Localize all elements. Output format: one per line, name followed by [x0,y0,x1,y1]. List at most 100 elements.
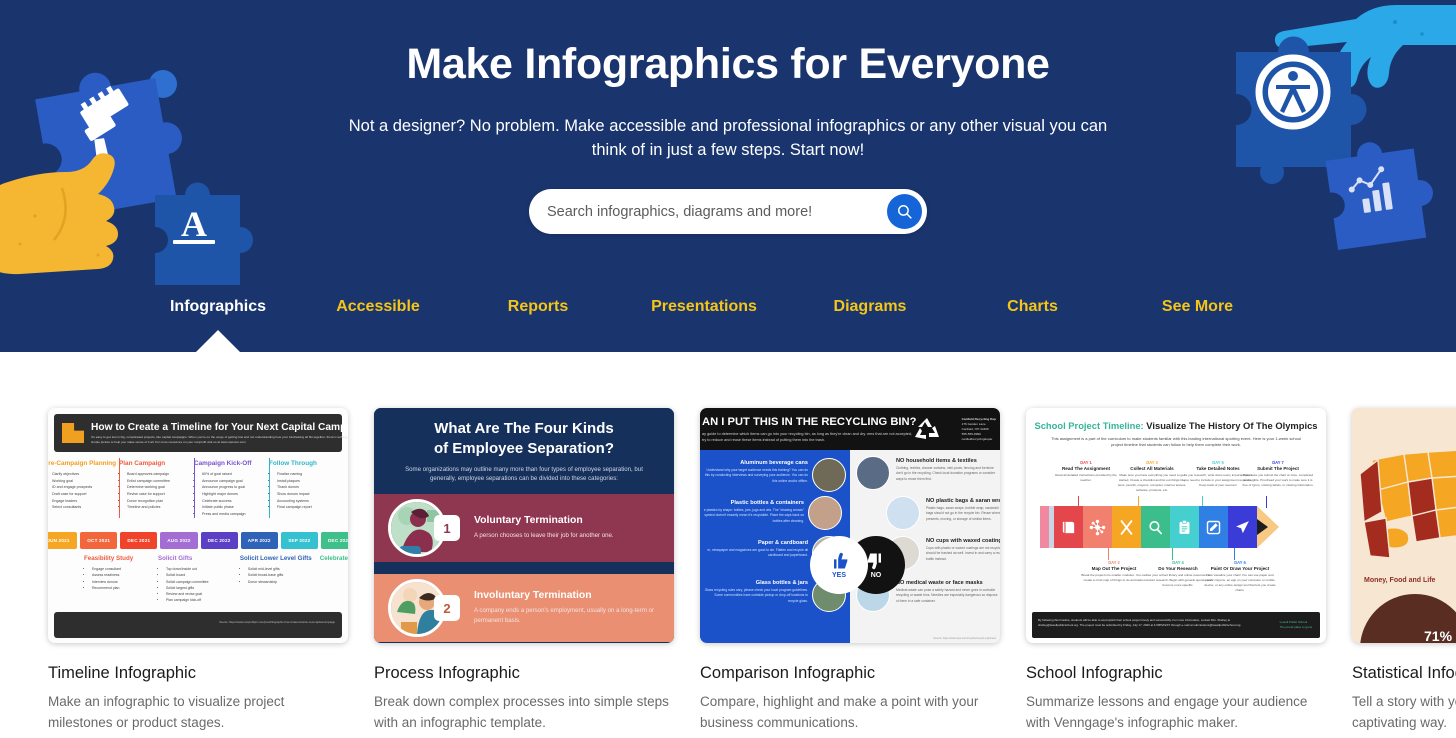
network-icon [1089,519,1106,535]
t1-col-list: Board approves campaign Enlist campaign … [127,471,190,511]
t2-step-number: 2 [434,595,460,621]
t4-stem [1234,548,1235,560]
card-title[interactable]: Statistical Infographic [1352,664,1456,683]
t1-lower-list: Top down/inside out Solicit board Solici… [166,566,234,604]
thumbnail-process-infographic[interactable]: What Are The Four Kinds of Employee Sepa… [374,408,674,643]
t4-day-title: Read The Assignment [1061,466,1111,471]
card-description: Compare, highlight and make a point with… [700,694,979,730]
t2-title-line1: What Are The Four Kinds [434,420,614,437]
t2-item-row: 1 Voluntary Termination A person chooses… [374,494,674,562]
template-card-process[interactable]: What Are The Four Kinds of Employee Sepa… [374,408,674,734]
t4-day-7: DAY 7 Submit The Project Make sure you s… [1242,460,1314,488]
card-title[interactable]: Comparison Infographic [700,664,1000,683]
send-icon [1236,520,1249,533]
t1-lower-column: Solicit Lower Level Gifts Solicit mid-le… [234,555,314,604]
template-card-row: How to Create a Timeline for Your Next C… [48,408,1456,734]
t3-item-desc: Medical waste can pose a safety hazard a… [896,588,998,603]
thumbnail-timeline-infographic[interactable]: How to Create a Timeline for Your Next C… [48,408,348,643]
t1-col-item: Announce campaign goal [202,478,265,485]
search-bar[interactable] [529,189,927,235]
t1-title: How to Create a Timeline for Your Next C… [91,421,348,433]
t1-col-list: Clarify objectives Working goal ID and e… [52,471,115,511]
template-card-school[interactable]: School Project Timeline: Visualize The H… [1026,408,1326,734]
t4-footer-text: By following this timeline, students wil… [1038,618,1242,627]
template-card-statistical[interactable]: Money, Food and Life 71% $ $ $ $ $ $ Sta… [1352,408,1456,734]
t2-title-line2: of Employee Separation? [433,439,615,457]
t3-photo [886,496,920,530]
t3-no-label: NO [870,572,882,579]
t4-day-number: DAY 6 [1234,560,1246,565]
t3-no-item: NO household items & textiles Clothing, … [896,458,1000,482]
t1-col-item: Thank donors [277,484,340,491]
t1-column: Plan Campaign Board approves campaign En… [119,460,194,517]
card-title[interactable]: School Infographic [1026,664,1326,683]
template-carousel-section: How to Create a Timeline for Your Next C… [0,352,1456,738]
hero-subtitle: Not a designer? No problem. Make accessi… [348,117,1108,160]
t1-footer: Source: https://www.nonprofitpro.com/pos… [54,612,342,638]
card-description: Tell a story with your data in a clear a… [1352,694,1456,730]
t4-day-title: Submit The Project [1257,466,1299,471]
t1-column: Campaign Kick-Off 60% of goal raised Ann… [194,460,269,517]
t1-col-heading: Campaign Kick-Off [194,460,252,467]
t4-day-desc: Make sure you have everything you need t… [1117,473,1187,492]
thumbs-up-icon [834,552,848,569]
t1-lower-item: Recommend plan [92,585,152,591]
search-button[interactable] [887,194,922,230]
card-title[interactable]: Timeline Infographic [48,664,348,683]
t1-lower-item: Plan campaign kick-off [166,597,234,603]
t1-chip: DEC 2022 [200,532,238,549]
magnifier-icon [1149,520,1163,534]
t4-day-1: DAY 1 Read The Assignment Read all detai… [1050,460,1122,483]
t3-contact: Canfield Recycling Dep 176 Garden Lane C… [962,417,996,442]
t1-connector [269,458,270,518]
t3-photo [812,458,846,492]
t1-chip: APR 2022 [240,532,278,549]
t1-lower-heading: Feasibility Study [84,555,134,562]
t4-pencil-tip [1257,506,1279,548]
t1-col-heading: Plan Campaign [119,460,166,467]
t1-col-item: Clarify objectives [52,471,115,478]
t4-eraser [1040,506,1049,548]
t1-col-item: Select consultants [52,504,115,511]
pen-square-icon [1206,520,1221,534]
t3-item-desc: Glass recycling rules vary, please check… [704,588,808,603]
thumbnail-comparison-infographic[interactable]: AN I PUT THIS IN THE RECYCLING BIN? ay g… [700,408,1000,643]
template-card-timeline[interactable]: How to Create a Timeline for Your Next C… [48,408,348,734]
thumbnail-statistical-infographic[interactable]: Money, Food and Life 71% $ $ $ $ $ $ [1352,408,1456,643]
t3-item-desc: Clothing, textiles, shower curtains, min… [896,466,996,481]
template-card-comparison[interactable]: AN I PUT THIS IN THE RECYCLING BIN? ay g… [700,408,1000,734]
t3-title: AN I PUT THIS IN THE RECYCLING BIN? [702,416,917,428]
thumbnail-school-infographic[interactable]: School Project Timeline: Visualize The H… [1026,408,1326,643]
t4-seg-day1 [1054,506,1083,548]
t3-item-desc: er, newspaper and magazines are good to … [707,548,808,558]
t4-seg-day4 [1141,506,1170,548]
t3-item-desc: e plastics by shape: bottles, jars, jugs… [703,508,804,523]
t3-item-title: Paper & cardboard [757,540,808,546]
t3-yes-label: YES [831,572,846,579]
t1-lower-heading: Solicit Gifts [157,555,193,562]
t1-chip: AUG 2022 [160,532,198,549]
t3-item-title: Glass bottles & jars [755,580,808,586]
hero-section: A Make Infographics for Everyone Not a d… [0,0,1456,352]
t1-col-item: Show donors impact [277,491,340,498]
t4-seg-day5 [1170,506,1199,548]
t1-connector [119,458,120,518]
t3-no-item: NO plastic bags & saran wrap Plastic bag… [926,498,1000,522]
t2-header: What Are The Four Kinds of Employee Sepa… [374,408,674,492]
t1-chip: DEC 2021 [120,532,158,549]
card-title[interactable]: Process Infographic [374,664,674,683]
t1-lower-column: Celebrate [314,555,348,604]
t4-title-accent: School Project Timeline: [1034,420,1144,431]
t1-col-item: Enlist campaign committee [127,478,190,485]
t1-columns: Pre-Campaign Planning Clarify objectives… [48,460,348,517]
search-input[interactable] [547,203,887,220]
t1-col-item: Celebrate success [202,498,265,505]
t2-step-title: Involuntary Termination [474,590,592,602]
t1-col-item: Initiate public phase [202,504,265,511]
t1-chip: DEC 2022 [320,532,348,549]
t4-title: School Project Timeline: Visualize The H… [1026,420,1326,431]
venngage-infographic-landing-page: A Make Infographics for Everyone Not a d… [0,0,1456,738]
t1-col-item: 60% of goal raised [202,471,265,478]
t5-percent: 71% [1424,628,1453,643]
t3-item-title: NO plastic bags & saran wrap [926,498,1000,504]
